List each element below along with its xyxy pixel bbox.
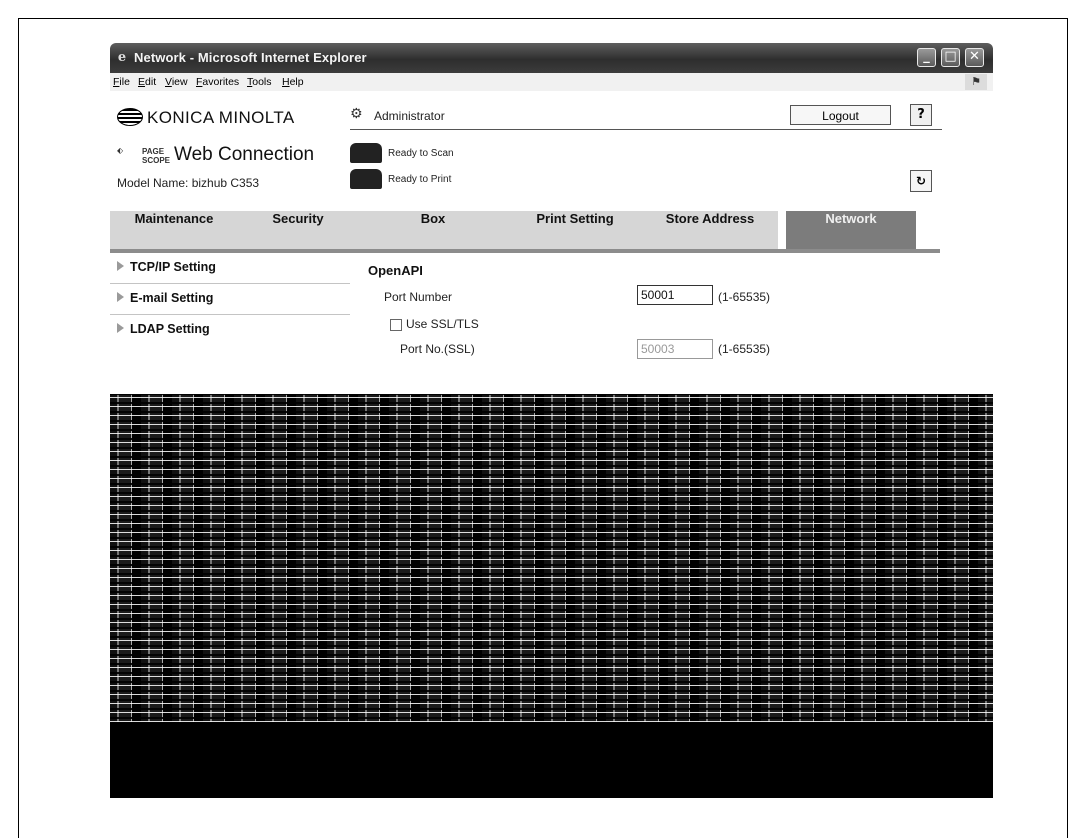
port-ssl-input[interactable]: [637, 339, 713, 359]
tab-underline: [110, 249, 940, 253]
close-button[interactable]: ✕: [965, 48, 984, 67]
tab-maintenance[interactable]: Maintenance: [110, 211, 238, 249]
help-button[interactable]: ?: [910, 104, 932, 126]
tab-print-setting[interactable]: Print Setting: [508, 211, 642, 249]
print-status: Ready to Print: [388, 174, 452, 185]
sidebar-item-ldap-setting[interactable]: LDAP Setting: [110, 316, 350, 345]
tab-security[interactable]: Security: [238, 211, 358, 249]
blacked-out-region: [110, 722, 993, 798]
chevron-right-icon: [117, 323, 124, 333]
use-ssl-tls-label: Use SSL/TLS: [406, 317, 479, 331]
sidebar-item-label: E-mail Setting: [130, 291, 214, 305]
maximize-button[interactable]: □: [941, 48, 960, 67]
menu-file[interactable]: File: [113, 76, 130, 88]
konica-minolta-logo-icon: [117, 108, 143, 126]
page-scope-label: PAGE SCOPE: [142, 147, 171, 165]
menu-edit[interactable]: Edit: [138, 76, 156, 88]
tab-box[interactable]: Box: [358, 211, 508, 249]
chevron-right-icon: [117, 292, 124, 302]
corrupted-region: [110, 394, 993, 722]
scanner-icon: [350, 143, 382, 163]
brand-name: KONICA MINOLTA: [147, 108, 295, 127]
page-content: KONICA MINOLTA ⬖ PAGE SCOPE Web Connecti…: [110, 91, 993, 798]
windows-flag-icon: ⚑: [965, 74, 987, 90]
printer-icon: [350, 169, 382, 189]
port-ssl-label: Port No.(SSL): [400, 342, 475, 356]
internet-explorer-icon: e: [117, 50, 127, 65]
title-bar[interactable]: e Network - Microsoft Internet Explorer …: [110, 43, 993, 73]
scan-status: Ready to Scan: [388, 148, 454, 159]
refresh-icon[interactable]: ↻: [910, 170, 932, 192]
sidebar-item-label: LDAP Setting: [130, 322, 210, 336]
port-number-label: Port Number: [384, 290, 453, 304]
menu-help[interactable]: Help: [282, 76, 304, 88]
use-ssl-tls-checkbox[interactable]: [390, 319, 402, 331]
sidebar-item-label: TCP/IP Setting: [130, 260, 216, 274]
browser-window: e Network - Microsoft Internet Explorer …: [110, 43, 993, 798]
menu-tools[interactable]: Tools: [247, 76, 272, 88]
sidebar-item-tcp-ip-setting[interactable]: TCP/IP Setting: [110, 254, 350, 283]
sidebar-item-e-mail-setting[interactable]: E-mail Setting: [110, 285, 350, 314]
header-divider: [350, 129, 942, 130]
section-title: OpenAPI: [368, 263, 423, 278]
administrator-icon: ⚙: [350, 106, 363, 122]
chevron-right-icon: [117, 261, 124, 271]
model-name: Model Name: bizhub C353: [117, 176, 260, 190]
web-connection-title: Web Connection: [174, 144, 315, 165]
port-ssl-range: (1-65535): [718, 342, 771, 356]
menu-view[interactable]: View: [165, 76, 188, 88]
tab-bar: Maintenance Security Box Print Setting S…: [110, 211, 940, 249]
port-number-range: (1-65535): [718, 290, 771, 304]
window-title: Network - Microsoft Internet Explorer: [134, 50, 367, 65]
menu-bar: File Edit View Favorites Tools Help ⚑: [110, 73, 993, 92]
port-number-input[interactable]: [637, 285, 713, 305]
page-scope-icon: ⬖: [117, 146, 124, 155]
menu-favorites[interactable]: Favorites: [196, 76, 239, 88]
tab-store-address[interactable]: Store Address: [642, 211, 778, 249]
sidebar-divider: [110, 283, 350, 284]
user-label: Administrator: [374, 109, 445, 123]
logout-button[interactable]: Logout: [790, 105, 891, 125]
tab-network[interactable]: Network: [786, 211, 916, 249]
minimize-button[interactable]: _: [917, 48, 936, 67]
sidebar-divider: [110, 314, 350, 315]
